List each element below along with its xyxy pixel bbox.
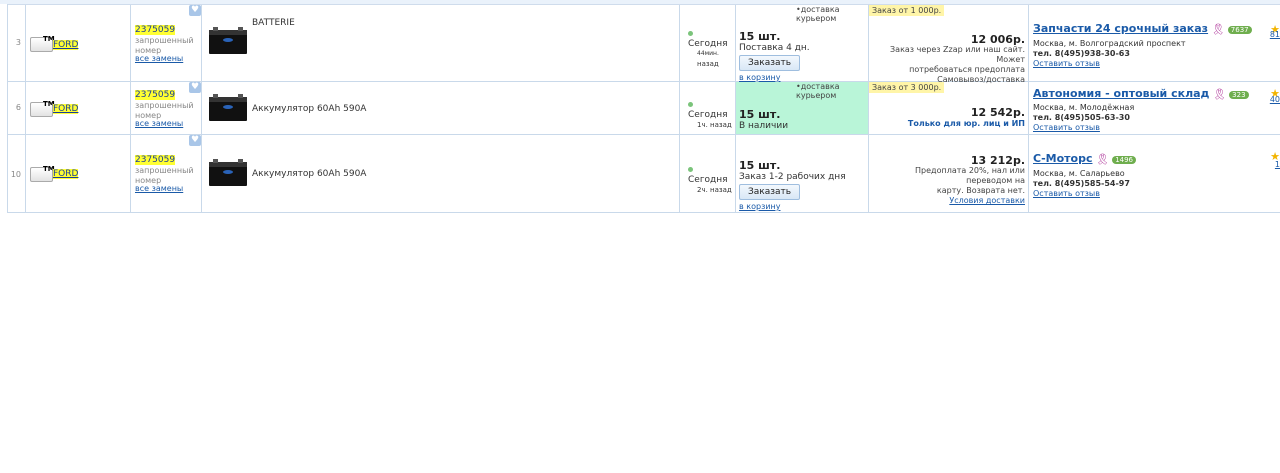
quantity-cell: 15 шт. В наличии •доставка курьером [736,82,869,134]
ribbon-icon: 🎗 [1210,23,1225,36]
article-number[interactable]: 2375059 [135,25,176,35]
brand-cell: TM FORD [26,5,131,81]
updated-cell: Сегодня 2ч. назад [680,135,736,212]
seller-name-link[interactable]: Автономия - оптовый склад [1033,87,1209,100]
seller-note: Предоплата 20%, нал или переводом на кар… [869,166,1025,206]
table-row: 3 TM FORD 2375059 запрошенный номер все … [8,5,1280,84]
product-cell: Аккумулятор 60Ah 590A [202,82,680,134]
delivery-label: •доставка курьером [796,82,840,100]
add-to-cart-link[interactable]: в корзину [739,73,810,82]
trademark-icon: TM [30,100,55,117]
add-to-cart-link[interactable]: в корзину [739,202,846,211]
brand-link[interactable]: FORD [53,169,79,179]
brand-link[interactable]: FORD [53,104,79,114]
status-dot-icon [688,167,693,172]
seller-name-link[interactable]: Запчасти 24 срочный заказ [1033,22,1208,35]
row-number: 6 [8,82,26,134]
trademark-icon: TM [30,165,55,182]
trademark-icon: TM [30,35,55,52]
review-link[interactable]: Оставить отзыв [1033,189,1130,199]
article-cell: 2375059 запрошенный номер все замены ♥ [131,5,202,81]
availability: Поставка 4 дн. [739,43,810,53]
availability: Заказ 1-2 рабочих дня [739,172,846,182]
review-link[interactable]: Оставить отзыв [1033,59,1186,69]
battery-image [209,159,247,186]
delivery-terms-link[interactable]: Условия доставки [869,196,1025,206]
rating-badge: 7637 [1227,25,1252,34]
brand-cell: TM FORD [26,135,131,212]
updated-time: Сегодня 2ч. назад [688,165,735,195]
replacements-link[interactable]: все замены [135,54,183,64]
seller-address: Москва, м. Молодёжная [1033,103,1135,112]
seller-cell: С-Моторс 🎗 1496 Москва, м. Саларьево тел… [1029,135,1280,212]
requested-label: запрошенный номер [135,36,194,55]
battery-image [209,27,247,54]
seller-cell: Запчасти 24 срочный заказ 🎗 7637 Москва,… [1029,5,1280,81]
replacements-link[interactable]: все замены [135,184,183,194]
quantity: 15 шт. [739,108,781,121]
price-cell: Заказ от 1 000р. 12 006р. Заказ через Zz… [869,5,1029,84]
status-dot-icon [688,31,693,36]
quantity: 15 шт. [739,30,781,43]
order-button[interactable]: Заказать [739,184,801,200]
delivery-label: •доставка курьером [796,5,840,23]
updated-time: Сегодня 44мин. назад [688,29,735,69]
updated-cell: Сегодня 44мин. назад [680,5,736,81]
seller-phone: тел. 8(495)585-54-97 [1033,179,1130,188]
seller-name-link[interactable]: С-Моторс [1033,152,1092,165]
min-order-badge: Заказ от 1 000р. [869,5,945,16]
seller-note: Только для юр. лиц и ИП [907,119,1025,128]
table-left-edge [0,4,8,213]
price-cell: Заказ от 3 000р. 12 542р. Только для юр.… [869,82,1029,134]
brand-link[interactable]: FORD [53,40,79,50]
seller-cell: Автономия - оптовый склад 🎗 323 Москва, … [1029,82,1280,134]
row-number: 3 [8,5,26,81]
price: 12 542р. [970,106,1025,119]
favorite-heart-icon[interactable]: ♥ [189,5,201,16]
seller-note: Заказ через Zzap или наш сайт. Может пот… [890,45,1025,84]
requested-label: запрошенный номер [135,166,194,185]
quantity: 15 шт. [739,159,781,172]
order-button[interactable]: Заказать [739,55,801,71]
status-dot-icon [688,102,693,107]
requested-label: запрошенный номер [135,101,194,120]
ribbon-icon: 🎗 [1095,153,1110,166]
replacements-link[interactable]: все замены [135,119,183,129]
brand-cell: TM FORD [26,82,131,134]
availability: В наличии [739,121,789,131]
product-name[interactable]: Аккумулятор 60Ah 590A [252,104,366,114]
quantity-cell: 15 шт. Заказ 1-2 рабочих дня Заказать в … [736,135,869,212]
ribbon-icon: 🎗 [1212,88,1227,101]
seller-phone: тел. 8(495)938-30-63 [1033,49,1130,58]
article-cell: 2375059 запрошенный номер все замены ♥ [131,135,202,212]
side-number[interactable]: 40 [1270,95,1280,104]
product-cell: Аккумулятор 60Ah 590A [202,135,680,212]
article-number[interactable]: 2375059 [135,155,176,165]
seller-address: Москва, м. Саларьево [1033,169,1125,178]
min-order-badge: Заказ от 3 000р. [869,82,945,93]
rating-badge: 323 [1229,90,1249,99]
updated-cell: Сегодня 1ч. назад [680,82,736,134]
rating-badge: 1496 [1112,155,1137,164]
review-link[interactable]: Оставить отзыв [1033,123,1134,133]
table-row: 10 TM FORD 2375059 запрошенный номер все… [8,135,1280,213]
favorite-heart-icon[interactable]: ♥ [189,82,201,93]
article-number[interactable]: 2375059 [135,90,176,100]
table-row: 6 TM FORD 2375059 запрошенный номер все … [8,82,1280,135]
quantity-cell: 15 шт. Поставка 4 дн. Заказать в корзину… [736,5,869,82]
price-cell: 13 212р. Предоплата 20%, нал или перевод… [869,135,1029,212]
seller-address: Москва, м. Волгоградский проспект [1033,39,1186,48]
updated-time: Сегодня 1ч. назад [688,100,735,130]
product-name[interactable]: Аккумулятор 60Ah 590A [252,169,366,179]
battery-image [209,94,247,121]
row-number: 10 [8,135,26,212]
seller-phone: тел. 8(495)505-63-30 [1033,113,1130,122]
side-number[interactable]: 81 [1270,30,1280,39]
side-number[interactable]: 1 [1275,160,1280,169]
product-name[interactable]: BATTERIE [252,18,295,28]
product-cell: BATTERIE [202,5,680,81]
favorite-heart-icon[interactable]: ♥ [189,135,201,146]
article-cell: 2375059 запрошенный номер все замены ♥ [131,82,202,134]
